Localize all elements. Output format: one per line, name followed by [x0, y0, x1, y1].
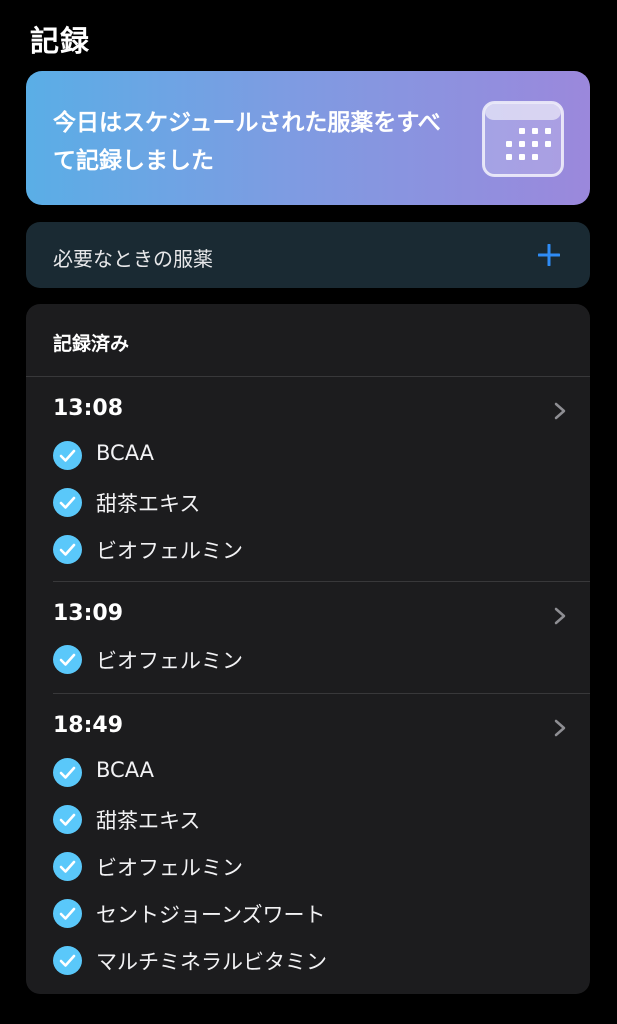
medication-name: マルチミネラルビタミン	[96, 950, 327, 974]
checkmark-circle-icon	[53, 535, 82, 564]
divider	[53, 581, 590, 582]
checkmark-circle-icon	[53, 899, 82, 928]
medication-name: ビオフェルミン	[96, 856, 243, 880]
checkmark-circle-icon	[53, 488, 82, 517]
checkmark-circle-icon	[53, 645, 82, 674]
logged-header: 記録済み	[53, 333, 130, 355]
calendar-icon	[482, 101, 564, 177]
log-group-1309[interactable]: 13:09 ビオフェルミン	[26, 601, 590, 681]
banner-message: 今日はスケジュールされた服薬をすべて記録しました	[53, 110, 441, 174]
medication-name: ビオフェルミン	[96, 649, 243, 673]
chevron-right-icon	[554, 719, 566, 737]
medication-name: 甜茶エキス	[96, 492, 201, 516]
checkmark-circle-icon	[53, 758, 82, 787]
checkmark-circle-icon	[53, 441, 82, 470]
medication-name: 甜茶エキス	[96, 809, 201, 833]
completion-banner: 今日はスケジュールされた服薬をすべて記録しました	[26, 71, 590, 205]
checkmark-circle-icon	[53, 805, 82, 834]
log-time: 13:08	[53, 396, 124, 421]
log-group-1308[interactable]: 13:08 BCAA 甜茶エキス ビオフェルミン	[26, 396, 590, 576]
checkmark-circle-icon	[53, 946, 82, 975]
divider	[26, 376, 590, 377]
medication-name: BCAA	[96, 758, 155, 782]
log-time: 18:49	[53, 713, 124, 738]
page-title: 記録	[30, 24, 91, 58]
as-needed-row[interactable]: 必要なときの服薬	[26, 222, 590, 288]
plus-icon[interactable]	[538, 244, 560, 266]
medication-name: BCAA	[96, 441, 155, 465]
divider	[53, 693, 590, 694]
medication-name: ビオフェルミン	[96, 539, 243, 563]
chevron-right-icon	[554, 402, 566, 420]
log-time: 13:09	[53, 601, 124, 626]
chevron-right-icon	[554, 607, 566, 625]
as-needed-label: 必要なときの服薬	[53, 247, 213, 271]
logged-card: 記録済み 13:08 BCAA 甜茶エキス ビオフェルミン 13:09 ビオフェ…	[26, 304, 590, 994]
log-group-1849[interactable]: 18:49 BCAA 甜茶エキス ビオフェルミン セントジョーンズワート マルチ…	[26, 713, 590, 983]
checkmark-circle-icon	[53, 852, 82, 881]
medication-name: セントジョーンズワート	[96, 903, 326, 927]
